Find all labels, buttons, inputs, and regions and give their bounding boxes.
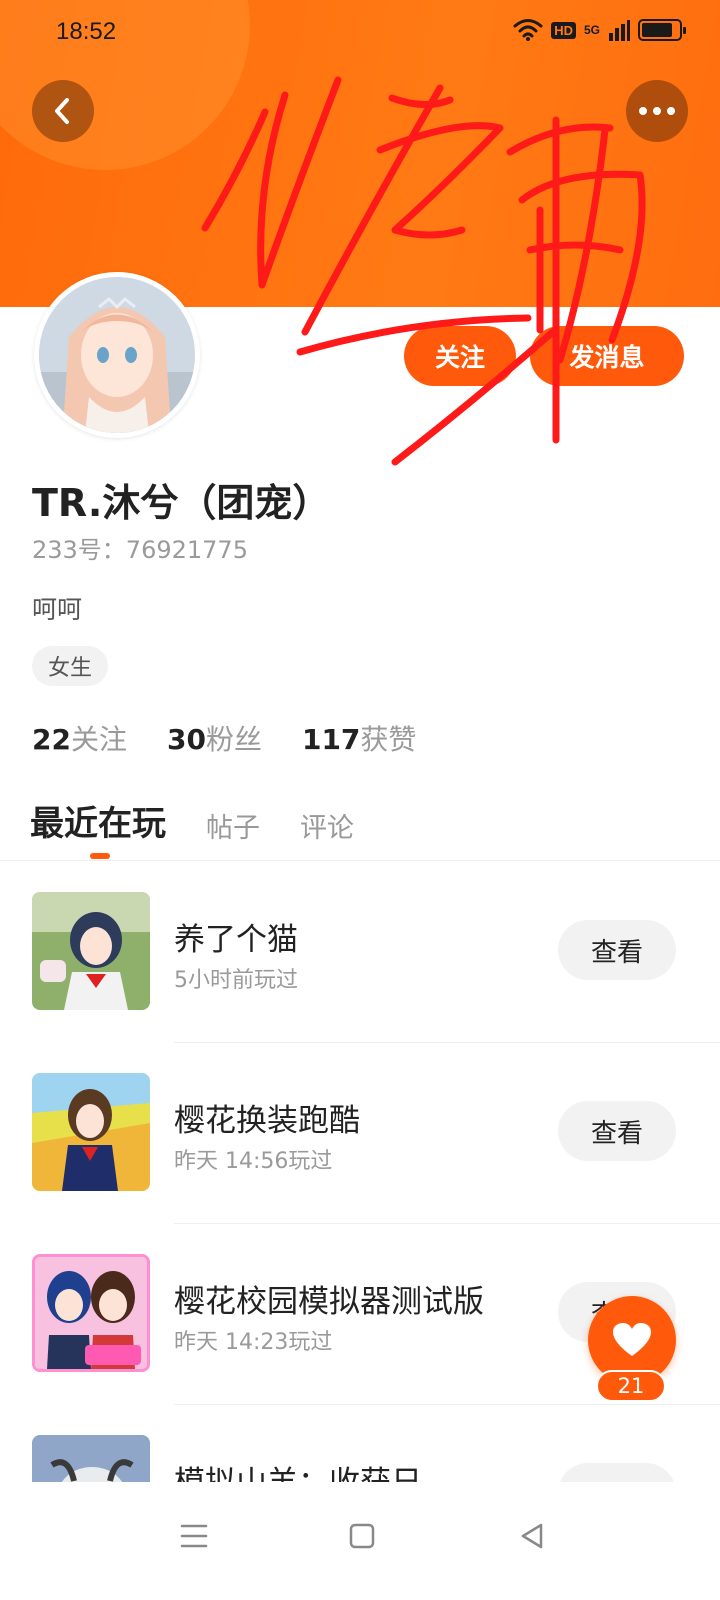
follow-button[interactable]: 关注 [404,326,516,386]
view-game-button[interactable]: 查看 [558,1101,676,1161]
heart-icon [613,1323,651,1356]
stat-label: 关注 [70,723,127,756]
game-title: 养了个猫 [174,922,298,958]
game-last-played: 昨天 14:23玩过 [174,1330,333,1355]
send-message-button[interactable]: 发消息 [530,326,684,386]
stat-number: 117 [301,723,361,756]
tab-comments[interactable]: 评论 [300,806,354,845]
battery-icon [638,19,686,41]
hd-badge: HD [551,21,576,39]
status-time: 18:52 [56,18,117,45]
like-count: 21 [596,1370,666,1402]
status-bar: 18:52 HD 5G [0,0,720,64]
menu-button[interactable] [172,1514,216,1558]
square-icon [349,1523,375,1549]
back-button[interactable] [32,80,94,142]
home-button[interactable] [340,1514,384,1558]
list-item[interactable]: 樱花换装跑酷 昨天 14:56玩过 查看 [0,1043,720,1224]
avatar-image [39,277,195,433]
signal-icon [609,20,630,41]
list-item[interactable]: 模拟山羊：收获日 [0,1405,720,1482]
game-thumbnail [32,1435,150,1482]
user-id: 233号：76921775 [32,536,248,564]
view-game-button[interactable] [558,1463,676,1482]
stat-number: 30 [166,723,206,756]
more-dots-icon [639,107,675,115]
game-thumbnail [32,1073,150,1191]
profile-stats: 22关注 30粉丝 117获赞 [32,718,416,758]
game-thumbnail [32,892,150,1010]
game-thumbnail [32,1254,150,1372]
network-label: 5G [583,23,600,37]
status-icons: HD 5G [513,18,686,42]
tab-indicator [90,853,110,859]
profile-tabs: 最近在玩 帖子 评论 [30,796,354,845]
game-title: 樱花换装跑酷 [174,1103,360,1139]
avatar[interactable] [34,272,200,438]
system-back-button[interactable] [510,1514,554,1558]
system-nav-bar [0,1482,720,1600]
gender-tag: 女生 [32,646,109,686]
game-title: 樱花校园模拟器测试版 [174,1284,484,1320]
bio: 呵呵 [32,595,83,624]
tab-recently-played[interactable]: 最近在玩 [30,796,166,845]
view-game-button[interactable]: 查看 [558,920,676,980]
more-button[interactable] [626,80,688,142]
stat-likes[interactable]: 117获赞 [302,718,416,758]
tab-posts[interactable]: 帖子 [206,806,260,845]
chevron-left-icon [55,98,69,124]
triangle-back-icon [521,1523,543,1549]
battery-level [642,23,672,37]
stat-label: 获赞 [360,723,417,756]
list-item[interactable]: 养了个猫 5小时前玩过 查看 [0,862,720,1043]
stat-number: 22 [32,723,71,756]
wifi-icon [513,19,543,41]
username: TR.沐兮（团宠） [32,481,331,525]
game-last-played: 5小时前玩过 [174,968,298,993]
tabs-divider [0,860,720,861]
stat-label: 粉丝 [205,723,262,756]
stat-following[interactable]: 22关注 [32,718,127,758]
menu-icon [180,1524,208,1548]
game-title: 模拟山羊：收获日 [174,1457,422,1482]
stat-followers[interactable]: 30粉丝 [167,718,262,758]
game-last-played: 昨天 14:56玩过 [174,1149,333,1174]
